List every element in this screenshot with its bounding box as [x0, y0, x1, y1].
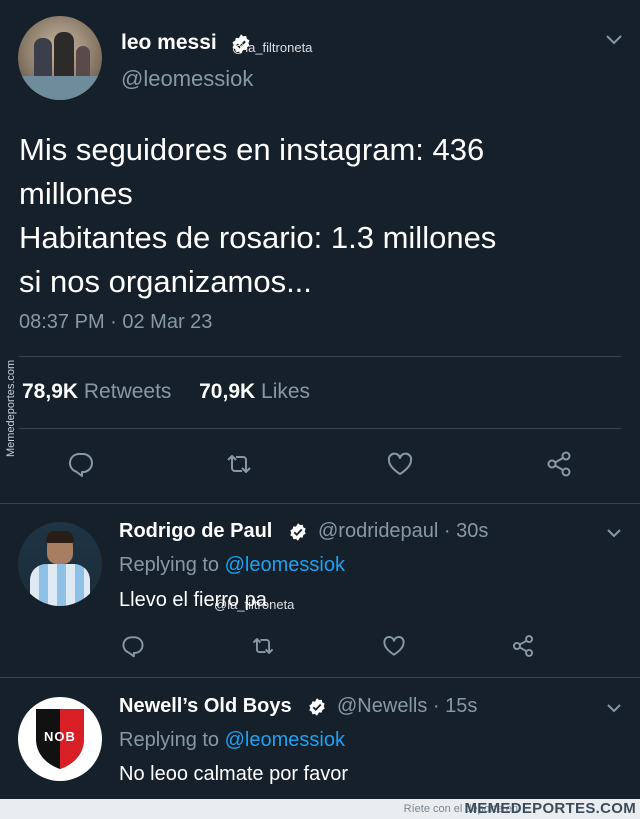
nob-logo-text: NOB	[44, 729, 76, 744]
tweet-text-line: si nos organizamos...	[19, 264, 312, 299]
reply-author-name[interactable]: Newell’s Old Boys	[119, 695, 292, 718]
share-icon[interactable]	[544, 449, 574, 479]
share-icon[interactable]	[510, 633, 536, 659]
divider	[0, 503, 640, 504]
replying-to: Replying to @leomessiok	[119, 729, 345, 752]
main-tweet: leo messi @la_filtroneta @leomessiok Mis…	[0, 0, 640, 503]
footer-brand[interactable]: MEMEDEPORTES.COM	[465, 800, 636, 817]
timestamp[interactable]: 08:37 PM · 02 Mar 23	[19, 311, 212, 334]
reply-author-handle[interactable]: @Newells · 15s	[337, 695, 477, 718]
reply-icon[interactable]	[66, 449, 96, 479]
engagement-stats: 78,9K Retweets 70,9K Likes	[22, 380, 310, 404]
likes-count[interactable]: 70,9K	[199, 380, 255, 403]
divider	[0, 677, 640, 678]
replying-to-link[interactable]: @leomessiok	[225, 554, 345, 576]
retweets-label[interactable]: Retweets	[84, 380, 172, 403]
watermark-handle: @la_filtroneta	[214, 597, 295, 612]
like-icon[interactable]	[385, 449, 415, 479]
tweet-text: Mis seguidores en instagram: 436 millone…	[19, 128, 619, 304]
likes-label[interactable]: Likes	[261, 380, 310, 403]
retweets-count[interactable]: 78,9K	[22, 380, 78, 403]
retweet-icon[interactable]	[224, 449, 254, 479]
retweet-icon[interactable]	[250, 633, 276, 659]
replying-label: Replying to	[119, 554, 220, 576]
avatar[interactable]: NOB	[18, 697, 102, 781]
chevron-down-icon[interactable]	[606, 527, 622, 539]
reply-icon[interactable]	[120, 633, 146, 659]
avatar[interactable]	[18, 522, 102, 606]
tweet-text-line: millones	[19, 176, 133, 211]
chevron-down-icon[interactable]	[606, 702, 622, 714]
replying-label: Replying to	[119, 729, 220, 751]
chevron-down-icon[interactable]	[605, 33, 623, 47]
reply-text: No leoo calmate por favor	[119, 763, 349, 785]
avatar[interactable]	[18, 16, 102, 100]
verified-badge-icon	[309, 698, 325, 716]
reply-author-handle[interactable]: @rodridepaul · 30s	[318, 520, 488, 543]
author-handle[interactable]: @leomessiok	[121, 66, 253, 92]
footer-watermark: Ríete con el deporte en MEMEDEPORTES.COM	[0, 799, 640, 819]
replying-to-link[interactable]: @leomessiok	[225, 729, 345, 751]
tweet-text-line: Mis seguidores en instagram: 436	[19, 132, 485, 167]
watermark-handle: @la_filtroneta	[232, 40, 313, 55]
verified-badge-icon	[290, 523, 306, 541]
replying-to: Replying to @leomessiok	[119, 554, 345, 577]
like-icon[interactable]	[381, 633, 407, 659]
author-name[interactable]: leo messi	[121, 31, 217, 55]
divider	[19, 428, 621, 429]
divider	[19, 356, 621, 357]
tweet-text-line: Habitantes de rosario: 1.3 millones	[19, 220, 497, 255]
side-watermark: Memedeportes.com	[5, 359, 17, 457]
reply-author-name[interactable]: Rodrigo de Paul	[119, 520, 272, 543]
